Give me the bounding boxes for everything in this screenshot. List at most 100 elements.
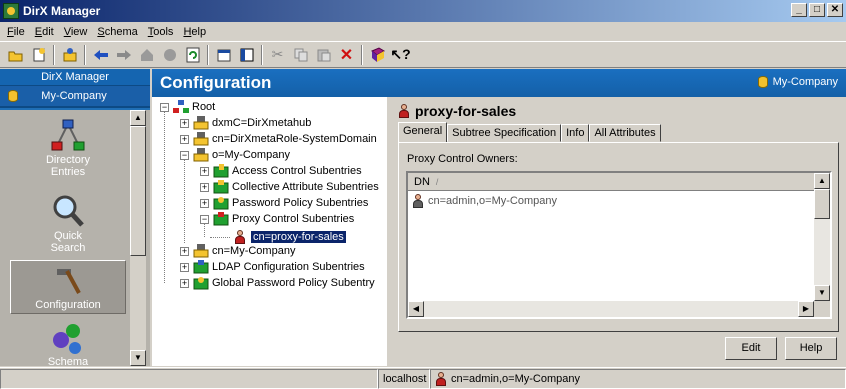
entry-icon [193, 116, 209, 130]
app-icon [3, 3, 19, 19]
maximize-button[interactable]: □ [809, 3, 825, 17]
tree-node[interactable]: + Password Policy Subentries [200, 195, 368, 211]
header-company: My-Company [757, 76, 838, 88]
scroll-up-button[interactable]: ▲ [814, 173, 830, 189]
shortcut-directory-entries[interactable]: Directory Entries [10, 114, 126, 194]
collapse-toggle[interactable]: − [180, 150, 189, 160]
cut-icon[interactable]: ✂ [266, 44, 289, 66]
tree-label: Password Policy Subentries [232, 197, 369, 209]
expand-toggle[interactable]: + [200, 166, 209, 176]
stop-icon[interactable] [158, 44, 181, 66]
menu-tools[interactable]: Tools [143, 26, 179, 38]
tree-node-root[interactable]: − Root [160, 99, 215, 115]
tree-node[interactable]: + dxmC=DirXmetahub [180, 115, 311, 131]
scroll-thumb[interactable] [130, 126, 146, 256]
shortcut-quick-search[interactable]: Quick Search [10, 190, 126, 260]
delete-icon[interactable]: ✕ [335, 44, 358, 66]
help-pointer-icon[interactable]: ↖? [389, 44, 412, 66]
book-icon[interactable] [366, 44, 389, 66]
expand-toggle[interactable]: + [180, 262, 189, 272]
copy-icon[interactable] [289, 44, 312, 66]
scroll-down-button[interactable]: ▼ [130, 350, 146, 366]
tab-all-attributes[interactable]: All Attributes [589, 124, 661, 142]
tree-label: Proxy Control Subentries [232, 213, 355, 225]
expand-toggle[interactable]: + [180, 118, 189, 128]
tab-info[interactable]: Info [561, 124, 590, 142]
status-bar: localhost cn=admin,o=My-Company [0, 367, 846, 389]
expand-toggle[interactable]: + [200, 198, 209, 208]
expand-toggle[interactable]: + [180, 134, 189, 144]
tree-node[interactable]: − Proxy Control Subentries [200, 211, 354, 227]
directory-entries-icon [51, 119, 85, 151]
shortcut-schema[interactable]: Schema [10, 318, 126, 366]
menu-bar: File Edit View Schema Tools Help [0, 22, 846, 41]
column-header-dn[interactable]: DN / [408, 173, 814, 191]
back-icon[interactable] [89, 44, 112, 66]
collapse-toggle[interactable]: − [200, 214, 209, 224]
menu-file[interactable]: File [2, 26, 30, 38]
status-host: localhost [378, 369, 430, 389]
global-password-policy-icon [193, 276, 209, 290]
access-control-icon [213, 164, 229, 178]
shortcut-configuration[interactable]: Configuration [10, 260, 126, 314]
tree-node[interactable]: + LDAP Configuration Subentries [180, 259, 365, 275]
menu-schema[interactable]: Schema [92, 26, 142, 38]
tree-node[interactable]: + Access Control Subentries [200, 163, 362, 179]
toolbar-separator [361, 44, 363, 65]
owners-list[interactable]: DN / cn=admin,o=My-Company ▲ ▼ ◀ ▶ [406, 171, 832, 319]
menu-view[interactable]: View [59, 26, 93, 38]
expand-toggle[interactable]: + [180, 246, 189, 256]
list-vertical-scrollbar[interactable]: ▲ ▼ [814, 173, 830, 301]
properties-icon[interactable] [58, 44, 81, 66]
scroll-thumb[interactable] [814, 189, 830, 219]
tab-panel-general: Proxy Control Owners: DN / cn=admin,o=My… [398, 142, 839, 332]
minimize-button[interactable]: _ [791, 3, 807, 17]
scroll-left-button[interactable]: ◀ [408, 301, 424, 317]
database-icon [8, 90, 18, 102]
menu-edit[interactable]: Edit [30, 26, 59, 38]
forward-icon[interactable] [112, 44, 135, 66]
expand-toggle[interactable]: + [180, 278, 189, 288]
schema-icon [53, 324, 81, 354]
person-icon [435, 372, 447, 386]
menu-help[interactable]: Help [178, 26, 211, 38]
tree-label: cn=DirXmetaRole-SystemDomain [212, 133, 377, 145]
close-button[interactable]: ✕ [827, 3, 843, 17]
tree-node[interactable]: + cn=My-Company [180, 243, 295, 259]
list-horizontal-scrollbar[interactable]: ◀ ▶ [408, 301, 814, 317]
open-folder-icon[interactable] [4, 44, 27, 66]
collapse-toggle[interactable]: − [160, 102, 169, 112]
refresh-icon[interactable] [181, 44, 204, 66]
tree-label: cn=proxy-for-sales [250, 230, 347, 244]
paste-icon[interactable] [312, 44, 335, 66]
list-item[interactable]: cn=admin,o=My-Company [412, 194, 557, 208]
new-icon[interactable] [27, 44, 50, 66]
status-user-label: cn=admin,o=My-Company [451, 373, 581, 385]
title-bar: DirX Manager _ □ ✕ [0, 0, 846, 22]
home-icon[interactable] [135, 44, 158, 66]
shortcut-bar: Directory Entries Quick Search Configura… [0, 110, 150, 366]
tree-label: Global Password Policy Subentry [212, 277, 375, 289]
nav-scrollbar[interactable]: ▲ ▼ [130, 110, 146, 366]
tab-strip: General Subtree Specification Info All A… [398, 122, 661, 142]
tree-node[interactable]: + cn=DirXmetaRole-SystemDomain [180, 131, 377, 147]
tree-node[interactable]: + Global Password Policy Subentry [180, 275, 375, 291]
toolbar: ✂ ✕ ↖? [0, 41, 846, 68]
person-icon [398, 104, 410, 118]
tree-node[interactable]: + Collective Attribute Subentries [200, 179, 379, 195]
collective-attribute-icon [213, 180, 229, 194]
tab-general[interactable]: General [398, 122, 448, 142]
edit-button[interactable]: Edit [725, 337, 777, 360]
help-button[interactable]: Help [785, 337, 837, 360]
expand-toggle[interactable]: + [200, 182, 209, 192]
tree-node[interactable]: − o=My-Company [180, 147, 290, 163]
scroll-down-button[interactable]: ▼ [814, 285, 830, 301]
password-policy-icon [213, 196, 229, 210]
tab-subtree-specification[interactable]: Subtree Specification [447, 124, 562, 142]
scroll-right-button[interactable]: ▶ [798, 301, 814, 317]
properties-window-icon[interactable] [212, 44, 235, 66]
view-pane-icon[interactable] [235, 44, 258, 66]
scroll-up-button[interactable]: ▲ [130, 110, 146, 126]
tree-label: o=My-Company [212, 149, 290, 161]
nav-company[interactable]: My-Company [0, 86, 150, 108]
